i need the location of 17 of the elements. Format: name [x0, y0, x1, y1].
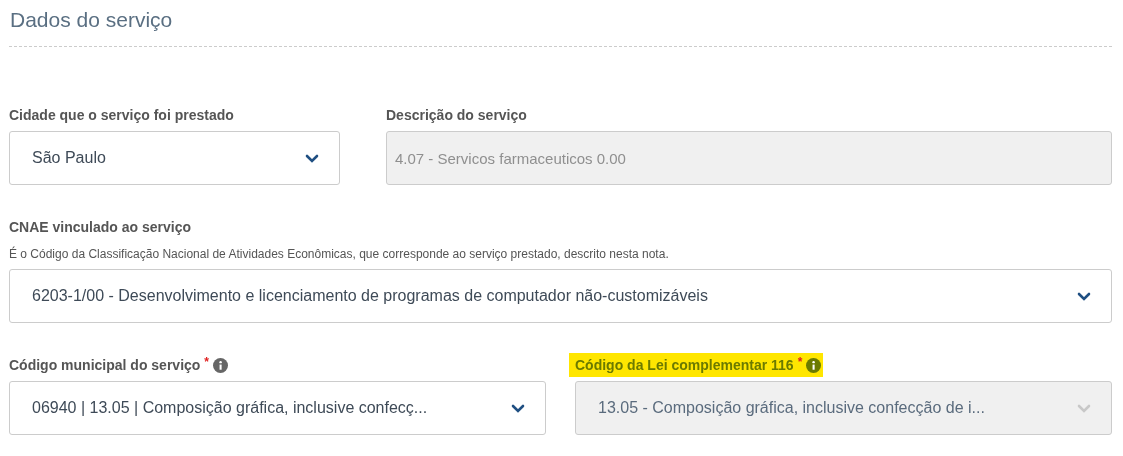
- chevron-down-icon: [1077, 403, 1091, 413]
- select-field[interactable]: 06940 | 13.05 | Composição gráfica, inclusive confecç...: [9, 381, 546, 435]
- field-label: CNAE vinculado ao serviço: [9, 219, 192, 235]
- required-marker: *: [797, 355, 803, 369]
- info-icon[interactable]: [213, 357, 229, 373]
- chevron-down-icon: [305, 153, 319, 163]
- field-label: Código da Lei complementar 116: [575, 357, 794, 373]
- field-label: Cidade que o serviço foi prestado: [9, 107, 234, 123]
- field-label: Código municipal do serviço: [9, 357, 201, 373]
- select-field[interactable]: 6203-1/00 - Desenvolvimento e licenciamento de programas de computador não-customizáveis: [9, 269, 1112, 323]
- field-label: Descrição do serviço: [386, 107, 527, 123]
- required-marker: *: [204, 355, 210, 369]
- chevron-down-icon: [511, 403, 525, 413]
- chevron-down-icon: [1077, 291, 1091, 301]
- field-hint: É o Código da Classificação Nacional de Atividades Econômicas, que corresponde ao serviço prestado, descrito nesta nota.: [9, 247, 670, 261]
- section-title: Dados do serviço: [10, 7, 174, 33]
- select-field[interactable]: São Paulo: [9, 131, 340, 185]
